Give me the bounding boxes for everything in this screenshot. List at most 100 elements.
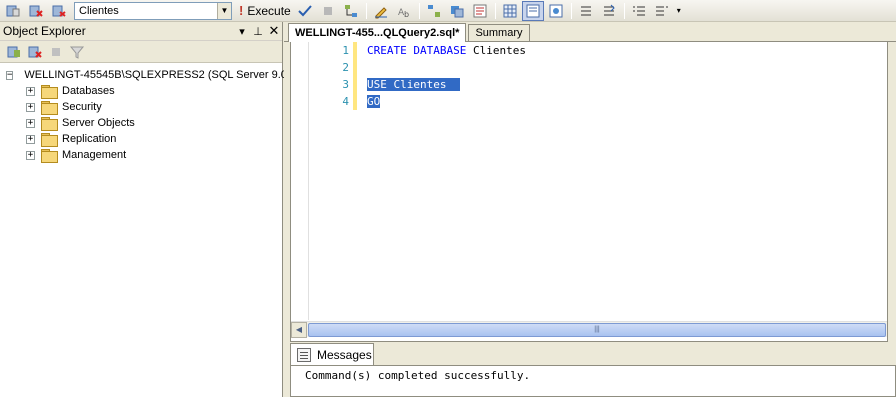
execute-label: Execute <box>247 3 291 18</box>
expand-icon[interactable]: + <box>26 134 35 144</box>
code-lines: 1 CREATE DATABASE Clientes 2 3 USE Clien… <box>331 42 526 110</box>
include-plan-icon[interactable] <box>423 1 445 21</box>
messages-output[interactable]: Command(s) completed successfully. <box>290 365 896 397</box>
object-explorer-toolbar <box>0 41 282 63</box>
parse-checkmark-icon[interactable] <box>294 1 316 21</box>
sql-identifier: Clientes <box>386 78 447 91</box>
code-line[interactable]: 2 <box>331 59 526 76</box>
display-plan-icon[interactable] <box>340 1 362 21</box>
tree-node-replication[interactable]: + Replication <box>0 131 282 147</box>
tree-node-server-objects[interactable]: + Server Objects <box>0 115 282 131</box>
folder-icon <box>41 117 58 131</box>
tree-node-label: Management <box>62 149 127 161</box>
tab-messages[interactable]: Messages <box>290 343 374 365</box>
query-editor-area: WELLINGT-455...QLQuery2.sql* Summary 1 C… <box>284 22 896 397</box>
connect-icon[interactable] <box>4 42 24 62</box>
tree-node-security[interactable]: + Security <box>0 99 282 115</box>
client-stats-icon[interactable] <box>446 1 468 21</box>
toolbar-separator <box>623 2 625 19</box>
code-line[interactable]: 1 CREATE DATABASE Clientes <box>331 42 526 59</box>
server-label: WELLINGT-45545B\SQLEXPRESS2 (SQL Server … <box>24 69 287 81</box>
line-number: 4 <box>342 95 349 108</box>
exclamation-icon: ! <box>239 3 244 18</box>
code-line[interactable]: 3 USE Clientes <box>331 76 526 93</box>
toolbar-overflow-icon[interactable]: ▾ <box>674 1 684 21</box>
folder-icon <box>41 101 58 115</box>
folder-icon <box>41 85 58 99</box>
ssms-window: Clientes ▼ ! Execute Ab ▾ Object Explore… <box>0 0 896 397</box>
tree-node-label: Databases <box>62 85 115 97</box>
database-dropdown[interactable]: Clientes ▼ <box>74 1 232 20</box>
line-number: 3 <box>342 78 349 91</box>
query-designer-icon[interactable] <box>370 1 392 21</box>
tab-summary[interactable]: Summary <box>468 24 530 41</box>
show-results-icon[interactable] <box>545 1 567 21</box>
expand-icon[interactable]: + <box>26 118 35 128</box>
database-dropdown-value: Clientes <box>79 4 119 17</box>
object-explorer-tree: − WELLINGT-45545B\SQLEXPRESS2 (SQL Serve… <box>0 63 287 163</box>
messages-tab-label: Messages <box>317 347 372 362</box>
window-position-icon[interactable]: ▾ <box>234 25 250 38</box>
scroll-left-icon[interactable]: ◀ <box>291 321 307 338</box>
change-marker <box>353 76 357 93</box>
code-line[interactable]: 4 GO <box>331 93 526 110</box>
change-connection-icon[interactable] <box>48 1 70 21</box>
disconnect-icon[interactable] <box>25 1 47 21</box>
change-marker <box>353 59 357 76</box>
folder-icon <box>41 133 58 147</box>
specify-template-icon[interactable]: Ab <box>393 1 415 21</box>
disconnect-icon[interactable] <box>25 42 45 62</box>
line-number: 1 <box>342 44 349 57</box>
chevron-down-icon[interactable]: ▼ <box>217 2 231 19</box>
increase-indent-icon[interactable] <box>651 1 673 21</box>
code-text: CREATE DATABASE Clientes <box>367 44 526 57</box>
selected-code-text: USE Clientes <box>367 78 460 91</box>
close-icon[interactable]: ✕ <box>266 23 282 39</box>
results-pane: Messages Command(s) completed successful… <box>290 343 896 397</box>
svg-text:b: b <box>404 10 409 19</box>
filter-icon[interactable] <box>67 42 87 62</box>
folder-icon <box>41 149 58 163</box>
main-toolbar: Clientes ▼ ! Execute Ab ▾ <box>0 0 896 22</box>
pin-icon[interactable]: ⊥ <box>250 25 266 38</box>
expand-icon[interactable]: + <box>26 102 35 112</box>
line-number: 2 <box>342 61 349 74</box>
change-marker <box>353 42 357 59</box>
messages-icon <box>297 347 311 362</box>
editor-margin <box>291 42 309 320</box>
document-tabs: WELLINGT-455...QLQuery2.sql* Summary <box>284 22 896 42</box>
results-to-file-icon[interactable] <box>521 0 544 21</box>
tree-node-label: Server Objects <box>62 117 135 129</box>
connect-icon[interactable] <box>2 1 24 21</box>
collapse-icon[interactable]: − <box>6 70 14 80</box>
tree-node-label: Security <box>62 101 102 113</box>
horizontal-scrollbar[interactable]: ◀ ||| <box>291 321 887 338</box>
results-to-text-icon[interactable] <box>469 1 491 21</box>
tree-node-management[interactable]: + Management <box>0 147 282 163</box>
object-explorer-header: Object Explorer ▾ ⊥ ✕ <box>0 22 282 41</box>
change-marker <box>353 93 357 110</box>
expand-icon[interactable]: + <box>26 150 35 160</box>
stop-icon[interactable] <box>46 42 66 62</box>
uncomment-lines-icon[interactable] <box>598 1 620 21</box>
object-explorer-panel: Object Explorer ▾ ⊥ ✕ − WELLINGT-45545B\… <box>0 22 287 397</box>
sql-keyword: CREATE DATABASE <box>367 44 467 57</box>
sql-identifier: Clientes <box>466 44 526 57</box>
sql-keyword: GO <box>367 95 381 108</box>
scroll-thumb[interactable]: ||| <box>308 322 886 337</box>
toolbar-separator <box>365 2 367 19</box>
stop-icon[interactable] <box>317 1 339 21</box>
tree-node-label: Replication <box>62 133 117 145</box>
selected-code-text: GO <box>367 95 381 108</box>
tree-node-server[interactable]: − WELLINGT-45545B\SQLEXPRESS2 (SQL Serve… <box>0 67 287 83</box>
message-text: Command(s) completed successfully. <box>305 369 531 382</box>
toolbar-separator <box>418 2 420 19</box>
decrease-indent-icon[interactable] <box>628 1 650 21</box>
tree-node-databases[interactable]: + Databases <box>0 83 282 99</box>
tab-query[interactable]: WELLINGT-455...QLQuery2.sql* <box>288 23 467 42</box>
sql-editor[interactable]: 1 CREATE DATABASE Clientes 2 3 USE Clien… <box>290 42 888 342</box>
comment-lines-icon[interactable] <box>575 1 597 21</box>
execute-button[interactable]: ! Execute <box>236 1 294 21</box>
expand-icon[interactable]: + <box>26 86 35 96</box>
results-to-grid-icon[interactable] <box>499 1 521 21</box>
